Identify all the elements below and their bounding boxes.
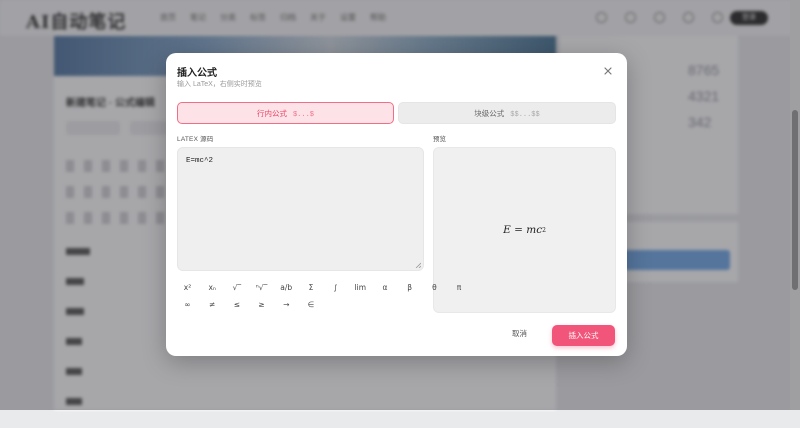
insert-formula-modal: 插入公式 输入 LaTeX，右侧实时预览 行内公式 $...$ 块级公式 $$...… bbox=[166, 53, 627, 356]
symbol-pi-button[interactable]: π bbox=[449, 281, 470, 295]
symbol-sum-button[interactable]: Σ bbox=[300, 281, 321, 295]
symbol-infinity-button[interactable]: ∞ bbox=[177, 298, 198, 312]
symbol-beta-button[interactable]: β bbox=[399, 281, 420, 295]
modal-title: 插入公式 bbox=[177, 68, 217, 79]
symbol-alpha-button[interactable]: α bbox=[375, 281, 396, 295]
block-formula-label: 块级公式 bbox=[474, 109, 505, 118]
resize-grip-icon[interactable] bbox=[415, 262, 421, 268]
symbol-integral-button[interactable]: ∫ bbox=[325, 281, 346, 295]
close-icon[interactable] bbox=[602, 65, 614, 77]
preview-label: 预览 bbox=[433, 136, 446, 143]
symbol-toolbar-row1: x² xₙ √‾ ⁿ√‾ a/b Σ ∫ lim α β θ π bbox=[177, 281, 473, 295]
symbol-subscript-button[interactable]: xₙ bbox=[202, 281, 223, 295]
inline-formula-button[interactable]: 行内公式 $...$ bbox=[177, 102, 394, 124]
latex-source-box bbox=[177, 147, 424, 271]
symbol-sqrt-button[interactable]: √‾ bbox=[226, 281, 247, 295]
source-label: LATEX 源码 bbox=[177, 136, 214, 143]
symbol-theta-button[interactable]: θ bbox=[424, 281, 445, 295]
formula-lhs: E bbox=[503, 224, 511, 236]
symbol-leq-button[interactable]: ≤ bbox=[226, 298, 247, 312]
formula-rhs: mc bbox=[526, 224, 543, 236]
inline-formula-hint: $...$ bbox=[292, 111, 314, 119]
block-formula-button[interactable]: 块级公式 $$...$$ bbox=[398, 102, 616, 124]
symbol-element-of-button[interactable]: ∈ bbox=[300, 298, 321, 312]
formula-eq: = bbox=[514, 224, 523, 236]
symbol-superscript-button[interactable]: x² bbox=[177, 281, 198, 295]
symbol-arrow-button[interactable]: → bbox=[276, 298, 297, 312]
latex-source-input[interactable] bbox=[178, 148, 423, 270]
formula-exponent: 2 bbox=[542, 226, 546, 234]
symbol-geq-button[interactable]: ≥ bbox=[251, 298, 272, 312]
block-formula-hint: $$...$$ bbox=[510, 111, 540, 119]
symbol-limit-button[interactable]: lim bbox=[350, 281, 371, 295]
inline-formula-label: 行内公式 bbox=[256, 109, 287, 118]
modal-subtitle: 输入 LaTeX，右侧实时预览 bbox=[177, 81, 262, 88]
cancel-button[interactable]: 取消 bbox=[512, 328, 527, 339]
symbol-fraction-button[interactable]: a/b bbox=[276, 281, 297, 295]
symbol-nroot-button[interactable]: ⁿ√‾ bbox=[251, 281, 272, 295]
symbol-toolbar-row2: ∞ ≠ ≤ ≥ → ∈ bbox=[177, 298, 325, 312]
symbol-not-equal-button[interactable]: ≠ bbox=[202, 298, 223, 312]
insert-formula-button[interactable]: 插入公式 bbox=[552, 325, 615, 346]
